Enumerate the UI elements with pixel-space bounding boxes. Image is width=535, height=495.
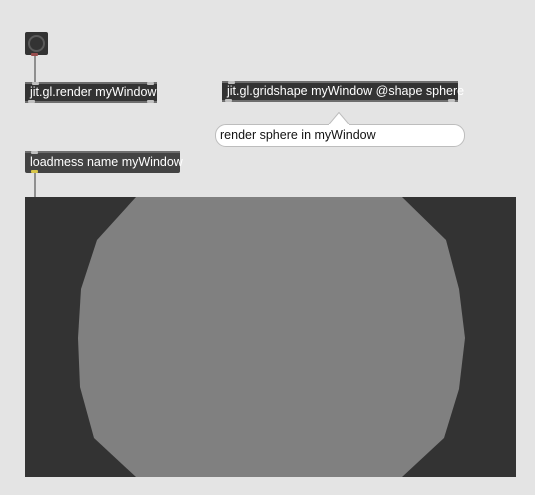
comment-text: render sphere in myWindow <box>220 128 376 142</box>
gridshape-outlet-left[interactable] <box>225 99 232 102</box>
gridshape-object-text: jit.gl.gridshape myWindow @shape sphere <box>227 84 465 98</box>
render-outlet-left[interactable] <box>28 100 35 103</box>
render-object-text: jit.gl.render myWindow <box>30 85 157 99</box>
loadmess-outlet[interactable] <box>31 170 38 173</box>
toggle-ring-icon <box>28 35 45 52</box>
render-object-box[interactable]: jit.gl.render myWindow <box>25 82 157 103</box>
render-outlet-right[interactable] <box>147 100 154 103</box>
render-inlet-right[interactable] <box>147 82 154 85</box>
patcher-canvas[interactable]: jit.gl.render myWindow jit.gl.gridshape … <box>0 0 535 495</box>
loadmess-inlet[interactable] <box>31 151 38 154</box>
comment-bubble[interactable]: render sphere in myWindow <box>215 124 465 147</box>
patch-cord-toggle-to-render[interactable] <box>34 55 36 85</box>
rendered-sphere-view <box>25 197 516 477</box>
patch-cord-loadmess-to-window[interactable] <box>34 172 36 198</box>
render-inlet-left[interactable] <box>32 82 39 85</box>
loadmess-text: loadmess name myWindow <box>30 155 183 169</box>
loadmess-message-box[interactable]: loadmess name myWindow <box>25 151 183 173</box>
rendered-sphere-shape <box>78 197 465 477</box>
toggle-outlet[interactable] <box>31 53 38 56</box>
gridshape-object-box[interactable]: jit.gl.gridshape myWindow @shape sphere <box>222 81 464 102</box>
gridshape-inlet[interactable] <box>228 81 235 84</box>
comment-tail-cover <box>329 124 349 127</box>
gridshape-outlet-right[interactable] <box>448 99 455 102</box>
jit-window-display[interactable] <box>25 197 516 477</box>
toggle-button[interactable] <box>25 32 48 56</box>
